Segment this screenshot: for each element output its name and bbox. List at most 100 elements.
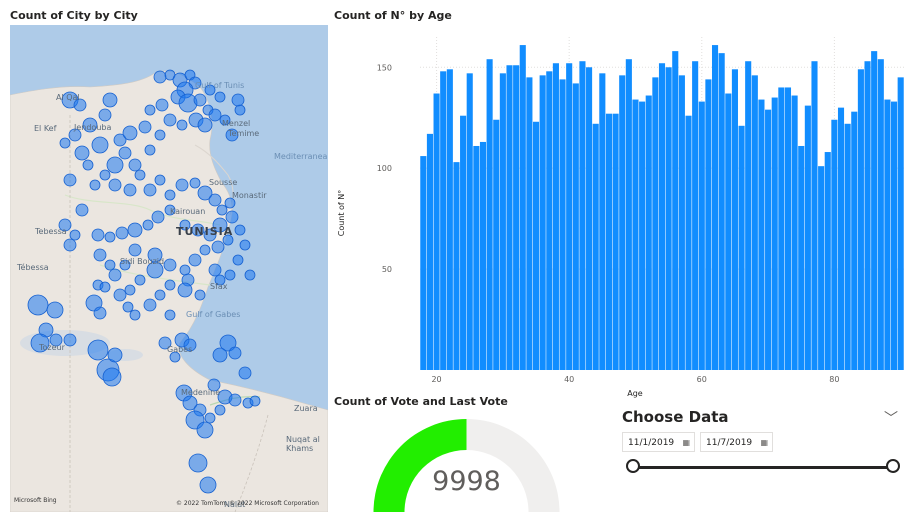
city-bubble[interactable] bbox=[127, 222, 143, 238]
city-bubble[interactable] bbox=[189, 177, 201, 189]
bar[interactable] bbox=[532, 121, 540, 370]
bar[interactable] bbox=[592, 123, 599, 370]
city-bubble[interactable] bbox=[177, 282, 193, 298]
city-bubble[interactable] bbox=[238, 366, 252, 380]
bar[interactable] bbox=[426, 133, 433, 370]
bar[interactable] bbox=[784, 87, 792, 371]
city-bubble[interactable] bbox=[204, 412, 216, 424]
bar[interactable] bbox=[765, 109, 772, 371]
city-bubble[interactable] bbox=[212, 347, 228, 363]
city-bubble[interactable] bbox=[178, 93, 198, 113]
city-bubble[interactable] bbox=[228, 393, 242, 407]
bar[interactable] bbox=[897, 77, 904, 370]
city-bubble[interactable] bbox=[104, 259, 116, 271]
bar[interactable] bbox=[658, 63, 666, 371]
bar[interactable] bbox=[678, 75, 685, 370]
date-range-slider-track[interactable] bbox=[633, 466, 893, 469]
city-bubble[interactable] bbox=[93, 248, 107, 262]
city-bubble[interactable] bbox=[63, 173, 77, 187]
bar[interactable] bbox=[473, 145, 480, 370]
city-bubble[interactable] bbox=[164, 189, 176, 201]
bar[interactable] bbox=[625, 59, 632, 370]
bar[interactable] bbox=[652, 77, 659, 370]
city-bubble[interactable] bbox=[176, 119, 188, 131]
bar[interactable] bbox=[645, 95, 652, 370]
bar[interactable] bbox=[486, 59, 493, 370]
city-bubble[interactable] bbox=[113, 288, 127, 302]
city-bubble[interactable] bbox=[225, 210, 239, 224]
city-bubble[interactable] bbox=[143, 183, 157, 197]
city-bubble[interactable] bbox=[211, 240, 225, 254]
city-bubble[interactable] bbox=[154, 174, 166, 186]
city-bubble[interactable] bbox=[188, 453, 208, 473]
city-bubble[interactable] bbox=[164, 279, 176, 291]
bar[interactable] bbox=[884, 99, 891, 371]
bar[interactable] bbox=[566, 63, 573, 371]
bar[interactable] bbox=[804, 105, 811, 371]
bar[interactable] bbox=[864, 61, 871, 371]
bar[interactable] bbox=[479, 141, 487, 370]
city-bubble[interactable] bbox=[144, 104, 156, 116]
bar[interactable] bbox=[851, 111, 858, 370]
bar[interactable] bbox=[844, 123, 851, 370]
city-bubble[interactable] bbox=[122, 301, 134, 313]
city-bubble[interactable] bbox=[164, 309, 176, 321]
city-bubble[interactable] bbox=[93, 306, 107, 320]
bar[interactable] bbox=[698, 101, 705, 370]
end-date-input[interactable]: 11/7/2019 ▦ bbox=[700, 432, 773, 452]
bar[interactable] bbox=[692, 61, 699, 371]
bar[interactable] bbox=[891, 101, 898, 370]
city-bubble[interactable] bbox=[98, 108, 112, 122]
city-bubble[interactable] bbox=[108, 178, 122, 192]
bar[interactable] bbox=[745, 61, 752, 371]
bar[interactable] bbox=[519, 45, 526, 371]
city-bubble[interactable] bbox=[27, 294, 49, 316]
slider-start-handle[interactable] bbox=[626, 459, 640, 473]
city-bubble[interactable] bbox=[99, 281, 111, 293]
city-bubble[interactable] bbox=[74, 145, 90, 161]
city-bubble[interactable] bbox=[154, 289, 166, 301]
city-bubble[interactable] bbox=[108, 268, 122, 282]
city-bubble[interactable] bbox=[179, 264, 191, 276]
city-bubble[interactable] bbox=[122, 125, 138, 141]
bar[interactable] bbox=[758, 99, 765, 371]
bar[interactable] bbox=[493, 119, 500, 370]
bar[interactable] bbox=[579, 61, 586, 371]
calendar-icon[interactable]: ▦ bbox=[682, 433, 690, 453]
city-bubble[interactable] bbox=[234, 104, 246, 116]
bar[interactable] bbox=[526, 77, 533, 370]
city-bubble[interactable] bbox=[234, 224, 246, 236]
city-bubble[interactable] bbox=[129, 309, 141, 321]
bar[interactable] bbox=[818, 166, 825, 370]
city-bubble[interactable] bbox=[194, 289, 206, 301]
city-bubble[interactable] bbox=[69, 229, 81, 241]
city-bubble[interactable] bbox=[134, 169, 146, 181]
bar[interactable] bbox=[466, 73, 473, 370]
city-bubble[interactable] bbox=[102, 92, 118, 108]
bar[interactable] bbox=[871, 51, 878, 371]
bar[interactable] bbox=[546, 71, 553, 371]
bar[interactable] bbox=[725, 93, 732, 370]
bar[interactable] bbox=[559, 79, 566, 370]
city-bubble[interactable] bbox=[155, 98, 169, 112]
city-bubble[interactable] bbox=[82, 159, 94, 171]
city-bubble[interactable] bbox=[102, 367, 122, 387]
city-bubble[interactable] bbox=[151, 210, 165, 224]
bar[interactable] bbox=[446, 69, 453, 371]
bar[interactable] bbox=[718, 53, 725, 371]
bar[interactable] bbox=[751, 75, 758, 370]
bar[interactable] bbox=[771, 97, 778, 370]
bar[interactable] bbox=[665, 67, 672, 370]
city-bubble[interactable] bbox=[91, 136, 109, 154]
city-bubble[interactable] bbox=[59, 137, 71, 149]
city-bubble[interactable] bbox=[197, 117, 213, 133]
city-bubble[interactable] bbox=[142, 219, 154, 231]
bar[interactable] bbox=[791, 95, 798, 370]
city-bubble[interactable] bbox=[239, 239, 251, 251]
city-bubble[interactable] bbox=[89, 179, 101, 191]
bar[interactable] bbox=[599, 73, 606, 370]
city-bubble[interactable] bbox=[249, 395, 261, 407]
calendar-icon[interactable]: ▦ bbox=[760, 433, 768, 453]
bar[interactable] bbox=[877, 59, 884, 370]
bar[interactable] bbox=[857, 69, 864, 371]
